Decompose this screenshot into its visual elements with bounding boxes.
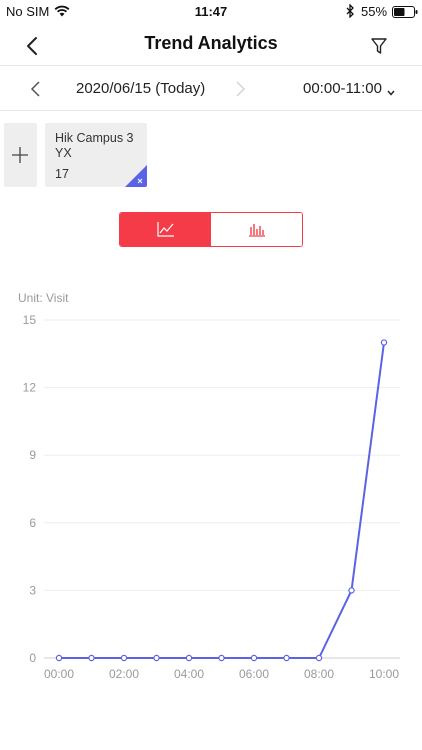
data-point (380, 339, 388, 346)
x-tick-label: 02:00 (109, 667, 139, 681)
y-tick-label: 12 (23, 381, 37, 395)
site-count: 17 (55, 167, 69, 181)
bluetooth-icon (345, 3, 355, 23)
line-chart-icon (157, 222, 174, 237)
nav-bar: Trend Analytics (0, 24, 422, 66)
chevron-left-icon (30, 81, 40, 97)
next-day-button[interactable] (232, 79, 248, 104)
y-tick-label: 9 (29, 448, 36, 462)
data-point (218, 654, 225, 662)
data-point (283, 654, 290, 662)
status-bar: No SIM 11:47 55% (0, 0, 422, 24)
chart-type-toggle (119, 212, 303, 247)
battery-icon (392, 5, 418, 23)
selected-date[interactable]: 2020/06/15 (Today) (76, 80, 205, 97)
clock: 11:47 (194, 4, 228, 19)
line-chart-tab[interactable] (120, 213, 211, 246)
bar-chart-icon (249, 224, 265, 237)
site-name: Hik Campus 3 YX (55, 131, 134, 160)
series-line (59, 342, 385, 659)
bar-chart-tab[interactable] (211, 213, 302, 246)
data-point (250, 654, 258, 662)
y-tick-label: 3 (29, 583, 36, 597)
plus-icon (12, 147, 28, 163)
data-point (55, 654, 63, 662)
data-point (315, 654, 323, 662)
data-point (185, 654, 193, 662)
time-range-dropdown[interactable]: 00:00-11:00 (303, 80, 382, 97)
data-point (153, 654, 160, 662)
page-title: Trend Analytics (144, 33, 278, 53)
previous-day-button[interactable] (28, 79, 44, 104)
add-site-button[interactable] (4, 123, 37, 187)
data-point (120, 654, 128, 662)
data-point (348, 587, 355, 594)
x-tick-label: 10:00 (369, 667, 399, 681)
x-tick-label: 08:00 (304, 667, 334, 681)
chevron-right-icon (236, 81, 246, 97)
trend-line-chart: 0 3 6 9 12 15 00:00 02:00 04:00 06:00 08:00 10:00 (23, 313, 400, 681)
filter-icon (371, 38, 387, 54)
data-point (88, 654, 95, 662)
y-tick-label: 6 (29, 516, 36, 530)
battery-percent: 55% (361, 4, 388, 19)
chevron-down-icon[interactable] (386, 84, 396, 102)
remove-site-icon[interactable] (125, 165, 147, 187)
x-tick-label: 06:00 (239, 667, 269, 681)
date-selector: 2020/06/15 (Today) 00:00-11:00 (0, 67, 422, 111)
x-tick-label: 04:00 (174, 667, 204, 681)
y-tick-label: 0 (29, 651, 36, 665)
y-tick-label: 15 (23, 313, 37, 327)
x-tick-label: 00:00 (44, 667, 74, 681)
site-card[interactable]: Hik Campus 3 YX 17 (45, 123, 147, 187)
filter-button[interactable] (366, 33, 392, 59)
